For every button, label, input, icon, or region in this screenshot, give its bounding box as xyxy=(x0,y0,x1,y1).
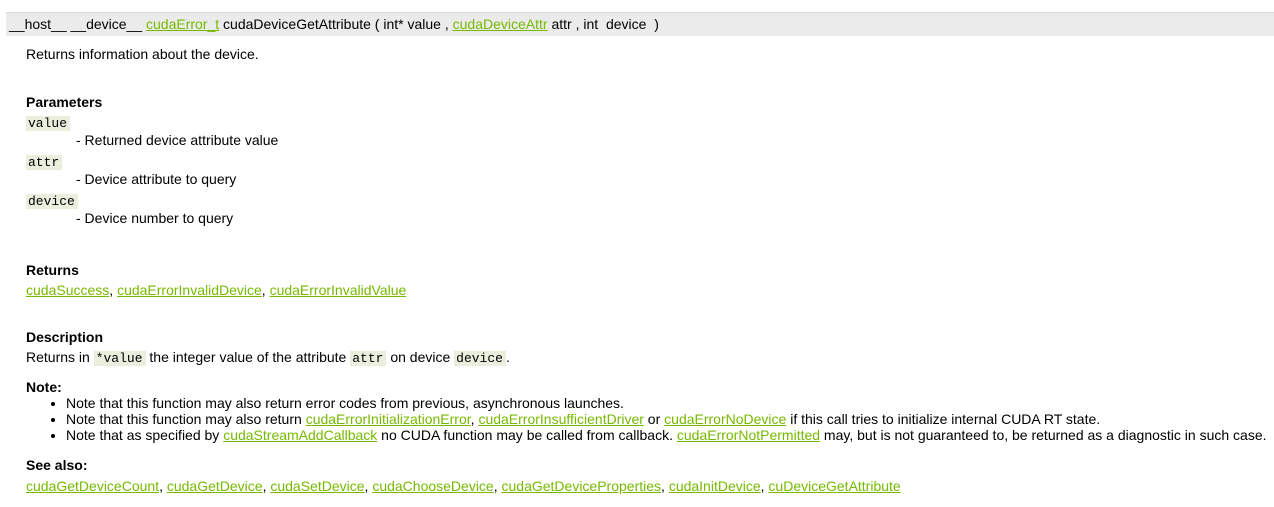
note2-link-insufficient-driver[interactable]: cudaErrorInsufficientDriver xyxy=(478,411,643,427)
note3-link-stream-add-callback[interactable]: cudaStreamAddCallback xyxy=(223,427,377,443)
note-heading: Note: xyxy=(26,379,62,395)
note2-link-no-device[interactable]: cudaErrorNoDevice xyxy=(664,411,786,427)
see-also-link-init-device[interactable]: cudaInitDevice xyxy=(669,478,761,494)
param3-type: int xyxy=(583,16,599,32)
signature-qualifiers: __host__ __device__ xyxy=(9,16,143,32)
comma-1: , xyxy=(444,16,449,32)
note3-text-a: Note that as specified by xyxy=(66,427,224,443)
brief-description: Returns information about the device. xyxy=(26,46,259,62)
note-item-3: Note that as specified by cudaStreamAddC… xyxy=(66,427,1267,443)
note-list: Note that this function may also return … xyxy=(26,395,1267,443)
param3-name: device xyxy=(605,16,647,32)
note2-text-d: if this call tries to initialize interna… xyxy=(786,411,1101,427)
param-device-desc: - Device number to query xyxy=(76,210,234,226)
returns-link-invalid-value[interactable]: cudaErrorInvalidValue xyxy=(270,282,407,298)
function-name: cudaDeviceGetAttribute xyxy=(223,16,371,32)
returns-link-invalid-device[interactable]: cudaErrorInvalidDevice xyxy=(117,282,262,298)
returns-heading: Returns xyxy=(26,262,79,278)
param-device-code: device xyxy=(26,194,78,209)
open-paren: ( xyxy=(374,16,380,32)
see-also-separator: , xyxy=(159,478,167,494)
return-type-link[interactable]: cudaError_t xyxy=(146,16,219,32)
param2-name: attr xyxy=(551,16,572,32)
description-text: Returns in *value the integer value of t… xyxy=(26,349,510,366)
see-also-link-get-device[interactable]: cudaGetDevice xyxy=(167,478,263,494)
param2-type-link[interactable]: cudaDeviceAttr xyxy=(453,16,548,32)
desc-code-device: device xyxy=(454,351,506,366)
param-device-name: device xyxy=(26,192,78,209)
close-paren: ) xyxy=(654,16,659,32)
see-also-separator: , xyxy=(493,478,502,494)
param1-name: value xyxy=(407,16,441,32)
see-also-link-set-device[interactable]: cudaSetDevice xyxy=(270,478,364,494)
see-also-link-cu-device-get-attribute[interactable]: cuDeviceGetAttribute xyxy=(768,478,900,494)
note3-link-not-permitted[interactable]: cudaErrorNotPermitted xyxy=(677,427,820,443)
note3-text-c: may, but is not guaranteed to, be return… xyxy=(820,427,1267,443)
note2-link-init-error[interactable]: cudaErrorInitializationError xyxy=(306,411,471,427)
note-item-2: Note that this function may also return … xyxy=(66,411,1267,427)
comma-2: , xyxy=(575,16,580,32)
desc-part-2: the integer value of the attribute xyxy=(145,349,351,365)
see-also-link-get-device-properties[interactable]: cudaGetDeviceProperties xyxy=(502,478,662,494)
desc-part-4: . xyxy=(505,349,510,365)
note-item-1: Note that this function may also return … xyxy=(66,395,1267,411)
param-value-code: value xyxy=(26,116,71,131)
returns-list: cudaSuccess, cudaErrorInvalidDevice, cud… xyxy=(26,282,406,298)
param-attr-desc: - Device attribute to query xyxy=(76,171,237,187)
param1-type: int* xyxy=(383,16,404,32)
param-attr-name: attr xyxy=(26,153,63,170)
note2-text-c: or xyxy=(643,411,665,427)
function-signature: __host__ __device__ cudaError_t cudaDevi… xyxy=(6,12,1274,36)
returns-separator: , xyxy=(109,282,118,298)
see-also-heading: See also: xyxy=(26,457,88,473)
returns-link-success[interactable]: cudaSuccess xyxy=(26,282,109,298)
param-attr-code: attr xyxy=(26,155,63,170)
desc-part-3: on device xyxy=(386,349,455,365)
param-value-name: value xyxy=(26,114,71,131)
description-heading: Description xyxy=(26,329,104,345)
note2-text-a: Note that this function may also return xyxy=(66,411,306,427)
param-value-desc: - Returned device attribute value xyxy=(76,132,279,148)
parameters-heading: Parameters xyxy=(26,94,103,110)
desc-code-attr: attr xyxy=(350,351,387,366)
desc-part-1: Returns in xyxy=(26,349,94,365)
returns-separator: , xyxy=(261,282,270,298)
see-also-link-choose-device[interactable]: cudaChooseDevice xyxy=(372,478,493,494)
see-also-separator: , xyxy=(661,478,669,494)
desc-code-value: *value xyxy=(93,351,146,366)
see-also-list: cudaGetDeviceCount, cudaGetDevice, cudaS… xyxy=(26,478,901,494)
see-also-link-get-device-count[interactable]: cudaGetDeviceCount xyxy=(26,478,159,494)
note3-text-b: no CUDA function may be called from call… xyxy=(377,427,677,443)
